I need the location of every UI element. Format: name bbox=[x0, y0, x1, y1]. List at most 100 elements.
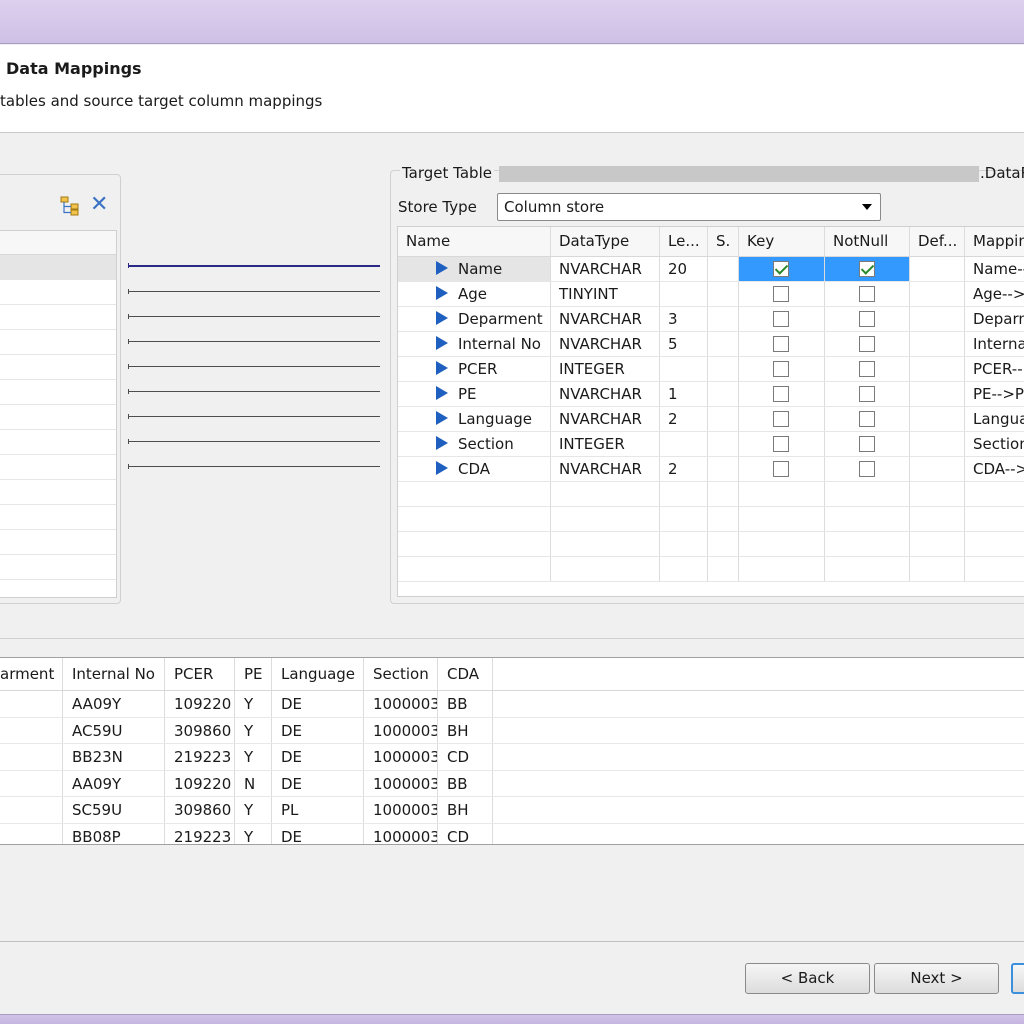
store-type-select[interactable]: Column store bbox=[497, 193, 881, 221]
notnull-checkbox[interactable] bbox=[859, 311, 875, 327]
back-button[interactable]: < Back bbox=[745, 963, 870, 994]
row-mapping[interactable]: Internal bbox=[965, 332, 1024, 356]
chevron-down-icon[interactable] bbox=[862, 204, 872, 210]
table-row[interactable] bbox=[0, 380, 116, 405]
row-length[interactable]: 20 bbox=[660, 257, 708, 281]
mapping-line[interactable] bbox=[128, 364, 380, 369]
preview-col-header[interactable]: CDA bbox=[438, 658, 493, 690]
row-mapping[interactable]: Section bbox=[965, 432, 1024, 456]
col-header-key[interactable]: Key bbox=[739, 227, 825, 256]
row-datatype[interactable]: NVARCHAR bbox=[551, 382, 660, 406]
row-length[interactable] bbox=[660, 357, 708, 381]
mapping-line[interactable] bbox=[128, 414, 380, 419]
table-row[interactable] bbox=[0, 430, 116, 455]
preview-col-header[interactable]: PE bbox=[235, 658, 272, 690]
row-length[interactable]: 2 bbox=[660, 457, 708, 481]
mapping-line[interactable] bbox=[128, 339, 380, 344]
table-row[interactable] bbox=[0, 355, 116, 380]
row-name-cell[interactable]: CDA bbox=[398, 457, 551, 481]
table-row[interactable]: PE NVARCHAR 1 PE-->P bbox=[398, 382, 1024, 407]
row-name-cell[interactable]: Name bbox=[398, 257, 551, 281]
key-checkbox[interactable] bbox=[773, 386, 789, 402]
row-mapping[interactable]: Age--> bbox=[965, 282, 1024, 306]
row-default[interactable] bbox=[910, 357, 965, 381]
row-length[interactable]: 3 bbox=[660, 307, 708, 331]
notnull-checkbox[interactable] bbox=[859, 286, 875, 302]
table-row[interactable] bbox=[0, 255, 116, 280]
row-name-cell[interactable]: Language bbox=[398, 407, 551, 431]
col-header-default[interactable]: Def... bbox=[910, 227, 965, 256]
next-button[interactable]: Next > bbox=[874, 963, 999, 994]
row-default[interactable] bbox=[910, 257, 965, 281]
key-checkbox[interactable] bbox=[773, 411, 789, 427]
row-scale[interactable] bbox=[708, 332, 739, 356]
row-default[interactable] bbox=[910, 282, 965, 306]
col-header-name[interactable]: Name bbox=[398, 227, 551, 256]
table-row[interactable]: Age TINYINT Age--> bbox=[398, 282, 1024, 307]
row-length[interactable] bbox=[660, 432, 708, 456]
row-scale[interactable] bbox=[708, 307, 739, 331]
row-scale[interactable] bbox=[708, 257, 739, 281]
row-default[interactable] bbox=[910, 307, 965, 331]
row-name-cell[interactable]: Section bbox=[398, 432, 551, 456]
notnull-checkbox[interactable] bbox=[859, 461, 875, 477]
row-datatype[interactable]: NVARCHAR bbox=[551, 257, 660, 281]
notnull-checkbox[interactable] bbox=[859, 336, 875, 352]
preview-col-header[interactable]: Language bbox=[272, 658, 364, 690]
row-datatype[interactable]: INTEGER bbox=[551, 432, 660, 456]
mapping-line[interactable] bbox=[128, 263, 380, 268]
row-mapping[interactable]: PCER-- bbox=[965, 357, 1024, 381]
table-row[interactable]: Name NVARCHAR 20 Name-- bbox=[398, 257, 1024, 282]
row-mapping[interactable]: Deparm bbox=[965, 307, 1024, 331]
row-datatype[interactable]: NVARCHAR bbox=[551, 332, 660, 356]
table-row[interactable]: PCER INTEGER PCER-- bbox=[398, 357, 1024, 382]
row-default[interactable] bbox=[910, 407, 965, 431]
row-datatype[interactable]: INTEGER bbox=[551, 357, 660, 381]
tree-structure-icon[interactable] bbox=[60, 196, 80, 216]
key-checkbox[interactable] bbox=[773, 311, 789, 327]
row-length[interactable] bbox=[660, 282, 708, 306]
notnull-checkbox[interactable] bbox=[859, 361, 875, 377]
row-mapping[interactable]: PE-->P bbox=[965, 382, 1024, 406]
row-name-cell[interactable]: Deparment bbox=[398, 307, 551, 331]
table-row[interactable]: Language NVARCHAR 2 Langua bbox=[398, 407, 1024, 432]
table-row[interactable]: SC59U 309860 Y PL 1000003 BH bbox=[0, 797, 1024, 824]
row-scale[interactable] bbox=[708, 282, 739, 306]
preview-col-header[interactable]: arment bbox=[0, 658, 63, 690]
row-scale[interactable] bbox=[708, 357, 739, 381]
mapping-line[interactable] bbox=[128, 389, 380, 394]
table-row[interactable]: BB23N 219223 Y DE 1000003 CD bbox=[0, 744, 1024, 771]
row-name-cell[interactable]: PE bbox=[398, 382, 551, 406]
mapping-line[interactable] bbox=[128, 314, 380, 319]
table-row[interactable]: CDA NVARCHAR 2 CDA--> bbox=[398, 457, 1024, 482]
row-default[interactable] bbox=[910, 382, 965, 406]
row-default[interactable] bbox=[910, 432, 965, 456]
row-length[interactable]: 1 bbox=[660, 382, 708, 406]
table-row[interactable]: AC59U 309860 Y DE 1000003 BH bbox=[0, 717, 1024, 744]
col-header-mapping[interactable]: Mappin bbox=[965, 227, 1024, 256]
notnull-checkbox[interactable] bbox=[859, 386, 875, 402]
row-length[interactable]: 5 bbox=[660, 332, 708, 356]
table-row[interactable]: Section INTEGER Section bbox=[398, 432, 1024, 457]
row-scale[interactable] bbox=[708, 382, 739, 406]
key-checkbox[interactable] bbox=[773, 286, 789, 302]
row-datatype[interactable]: NVARCHAR bbox=[551, 457, 660, 481]
row-mapping[interactable]: Langua bbox=[965, 407, 1024, 431]
row-datatype[interactable]: NVARCHAR bbox=[551, 407, 660, 431]
row-scale[interactable] bbox=[708, 432, 739, 456]
table-row[interactable] bbox=[0, 330, 116, 355]
preview-col-header[interactable]: Internal No bbox=[63, 658, 165, 690]
notnull-checkbox[interactable] bbox=[859, 261, 875, 277]
row-default[interactable] bbox=[910, 457, 965, 481]
row-mapping[interactable]: Name-- bbox=[965, 257, 1024, 281]
finish-button[interactable] bbox=[1011, 963, 1024, 994]
table-row[interactable]: Internal No NVARCHAR5 Internal bbox=[398, 332, 1024, 357]
row-name-cell[interactable]: Age bbox=[398, 282, 551, 306]
key-checkbox[interactable] bbox=[773, 336, 789, 352]
table-row[interactable]: BB08P 219223 Y DE 1000003 CD bbox=[0, 823, 1024, 844]
row-mapping[interactable]: CDA--> bbox=[965, 457, 1024, 481]
mapping-line[interactable] bbox=[128, 439, 380, 444]
row-scale[interactable] bbox=[708, 457, 739, 481]
table-row[interactable] bbox=[0, 455, 116, 480]
key-checkbox[interactable] bbox=[773, 361, 789, 377]
